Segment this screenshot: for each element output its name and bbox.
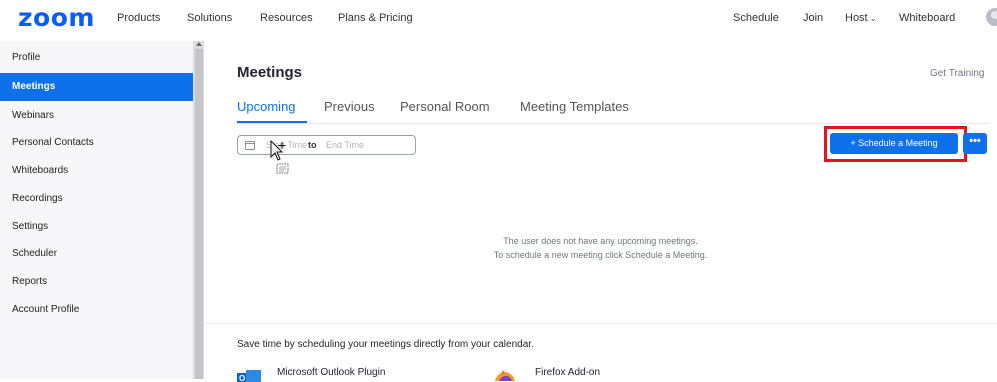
nav-host-label: Host xyxy=(845,12,868,24)
chevron-down-icon: ⌄ xyxy=(869,13,878,23)
nav-plans-pricing[interactable]: Plans & Pricing xyxy=(338,11,413,25)
nav-whiteboard[interactable]: Whiteboard xyxy=(899,11,955,25)
top-navigation: zoom Products Solutions Resources Plans … xyxy=(0,0,997,38)
sidebar-item-webinars[interactable]: Webinars xyxy=(0,102,193,130)
date-range-picker[interactable]: Start Time to End Time xyxy=(237,135,416,155)
nav-resources[interactable]: Resources xyxy=(260,11,313,25)
main-content: Meetings Get Training Upcoming Previous … xyxy=(204,41,997,382)
sidebar-item-settings[interactable]: Settings xyxy=(0,213,193,241)
nav-host[interactable]: Host ⌄ xyxy=(845,11,877,25)
tab-upcoming[interactable]: Upcoming xyxy=(237,99,296,115)
tabs-divider xyxy=(237,123,989,124)
sidebar: Profile Meetings Webinars Personal Conta… xyxy=(0,41,204,379)
nav-join[interactable]: Join xyxy=(803,11,823,25)
get-training-link[interactable]: Get Training xyxy=(930,68,984,79)
sidebar-item-reports[interactable]: Reports xyxy=(0,268,193,296)
empty-state-line-2: To schedule a new meeting click Schedule… xyxy=(493,250,708,260)
sidebar-item-account-profile[interactable]: Account Profile xyxy=(0,296,193,324)
calendar-icon xyxy=(245,141,255,150)
nav-solutions[interactable]: Solutions xyxy=(187,11,232,25)
tab-previous[interactable]: Previous xyxy=(324,99,375,115)
firefox-addon-link[interactable]: Firefox Add-on xyxy=(535,367,600,378)
avatar[interactable] xyxy=(986,8,997,26)
sidebar-item-recordings[interactable]: Recordings xyxy=(0,185,193,213)
sidebar-item-scheduler[interactable]: Scheduler xyxy=(0,240,193,268)
zoom-logo[interactable]: zoom xyxy=(18,4,95,32)
section-divider xyxy=(204,323,997,324)
nav-products[interactable]: Products xyxy=(117,11,160,25)
date-range-to-label: to xyxy=(308,140,317,150)
end-time-input[interactable]: End Time xyxy=(326,140,364,150)
mouse-cursor-icon xyxy=(270,140,289,174)
outlook-icon: O xyxy=(237,370,261,382)
tab-meeting-templates[interactable]: Meeting Templates xyxy=(520,99,629,115)
more-options-button[interactable]: ••• xyxy=(963,133,987,154)
empty-state-line-1: The user does not have any upcoming meet… xyxy=(503,236,698,246)
sidebar-item-profile[interactable]: Profile xyxy=(0,44,193,72)
page-title: Meetings xyxy=(237,64,303,81)
schedule-meeting-button[interactable]: + Schedule a Meeting xyxy=(830,133,958,154)
sidebar-item-meetings[interactable]: Meetings xyxy=(0,73,193,101)
firefox-icon xyxy=(495,370,515,381)
calendar-promo-text: Save time by scheduling your meetings di… xyxy=(237,339,534,350)
sidebar-item-personal-contacts[interactable]: Personal Contacts xyxy=(0,129,193,157)
tab-personal-room[interactable]: Personal Room xyxy=(400,99,490,115)
outlook-plugin-link[interactable]: Microsoft Outlook Plugin xyxy=(277,367,385,378)
sidebar-scroll-thumb[interactable] xyxy=(195,49,203,379)
scroll-up-arrow-icon[interactable] xyxy=(196,42,202,46)
sidebar-item-whiteboards[interactable]: Whiteboards xyxy=(0,157,193,185)
nav-schedule[interactable]: Schedule xyxy=(733,11,779,25)
svg-text:O: O xyxy=(239,374,245,382)
